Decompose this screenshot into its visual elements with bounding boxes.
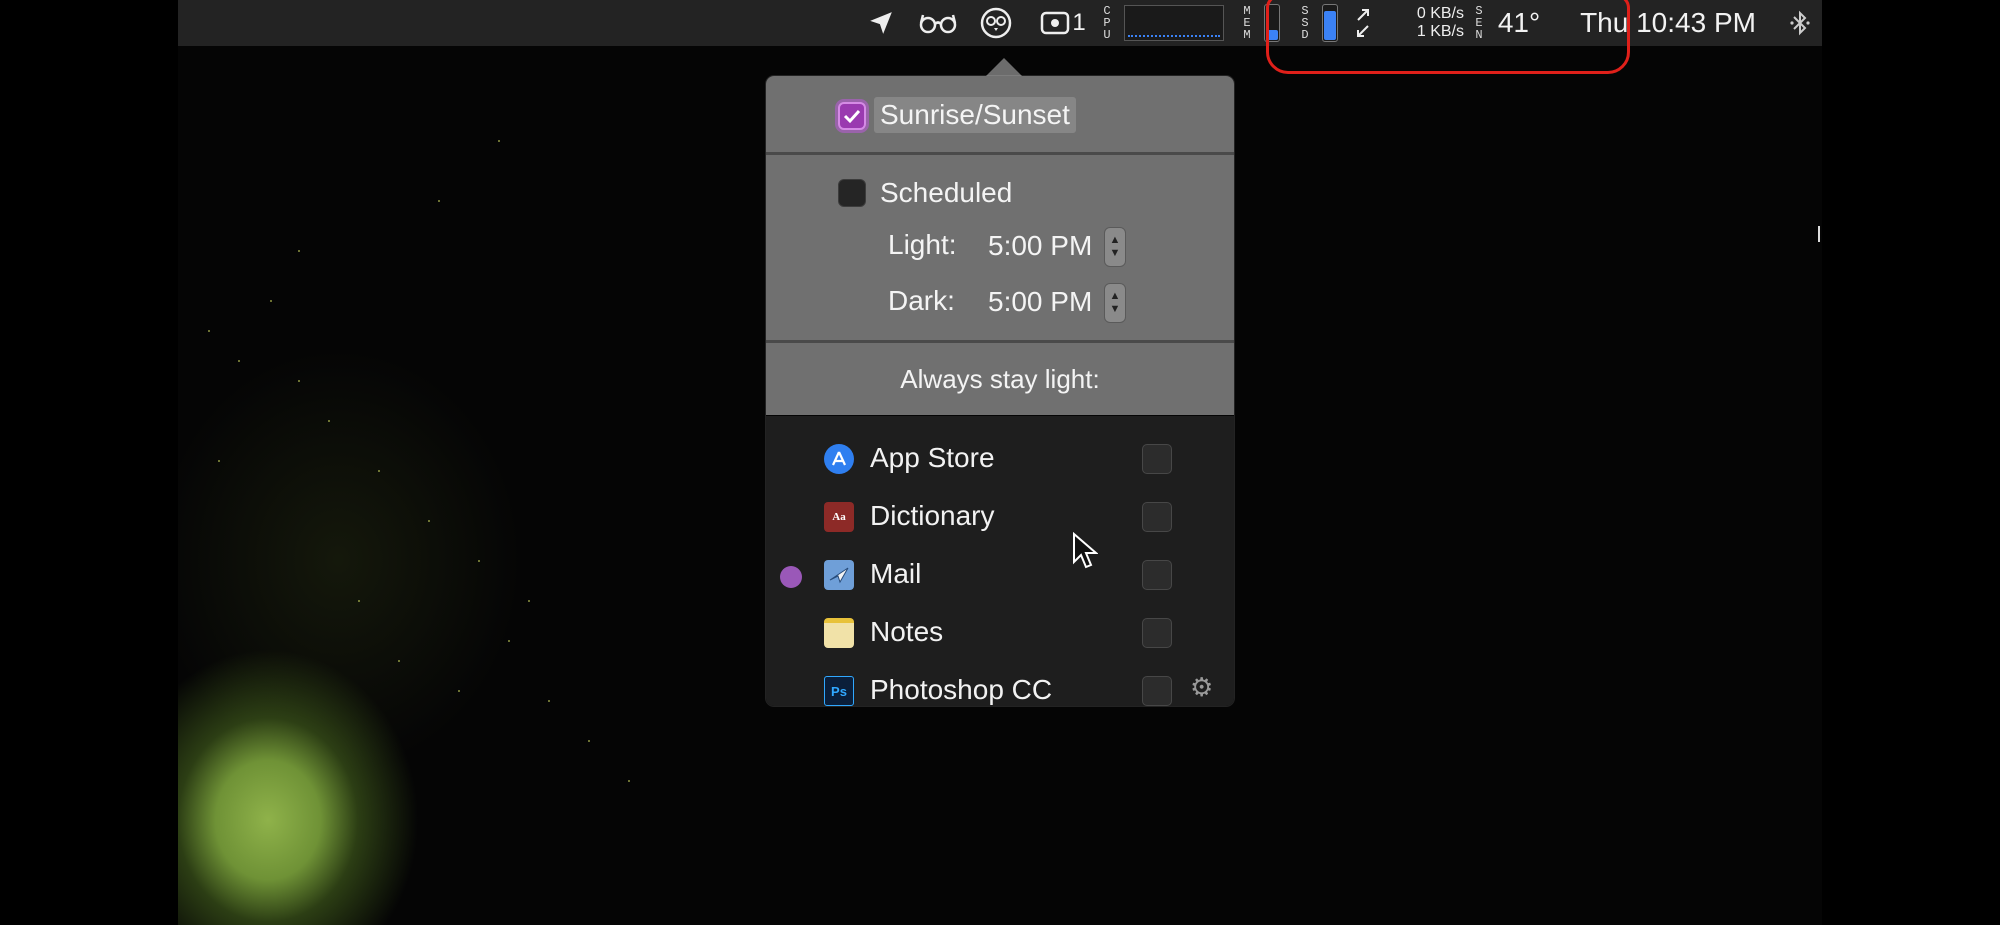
annotation-highlight: [1266, 0, 1630, 74]
night-owl-popover: Sunrise/Sunset Scheduled Light: 5:00 PM …: [766, 76, 1234, 706]
mail-icon: [824, 560, 854, 590]
app-name: Photoshop CC: [870, 674, 1053, 705]
list-item[interactable]: Mail: [766, 546, 1234, 604]
light-time-stepper[interactable]: ▲ ▼: [1104, 227, 1126, 267]
cpu-label: CPU: [1100, 0, 1114, 46]
list-item[interactable]: Notes: [766, 604, 1234, 662]
app-checkbox[interactable]: [1142, 502, 1172, 532]
vertical-label-letter: M: [1243, 28, 1251, 42]
sunrise-section: Sunrise/Sunset: [766, 76, 1234, 155]
schedule-section: Scheduled Light: 5:00 PM ▲ ▼ Dark: 5:00 P…: [766, 155, 1234, 343]
scheduled-checkbox[interactable]: [838, 179, 866, 207]
photoshop-icon: Ps: [824, 676, 854, 706]
checkmark-icon: [843, 109, 861, 124]
app-checkbox[interactable]: [1142, 618, 1172, 648]
app-checkbox[interactable]: [1142, 676, 1172, 706]
app-name: Notes: [870, 616, 944, 647]
glasses-icon[interactable]: [916, 0, 960, 46]
bluetooth-icon[interactable]: [1782, 0, 1818, 46]
notes-icon: [824, 618, 854, 648]
cpu-graph[interactable]: [1122, 0, 1226, 46]
always-light-header: Always stay light:: [766, 343, 1234, 415]
app-name: Dictionary: [870, 500, 995, 531]
gear-icon[interactable]: ⚙: [1190, 672, 1213, 703]
popover-arrow: [986, 58, 1022, 76]
sunrise-label[interactable]: Sunrise/Sunset: [874, 97, 1076, 133]
list-item[interactable]: Aa Dictionary: [766, 488, 1234, 546]
scheduled-label[interactable]: Scheduled: [880, 177, 1012, 209]
night-owl-icon[interactable]: [978, 0, 1014, 46]
app-checkbox[interactable]: [1142, 444, 1172, 474]
location-arrow-icon[interactable]: [864, 0, 898, 46]
mem-label: MEM: [1240, 0, 1254, 46]
app-name: Mail: [870, 558, 922, 589]
running-indicator-dot: [780, 566, 802, 588]
list-item[interactable]: App Store: [766, 430, 1234, 488]
sunrise-checkbox[interactable]: [838, 102, 866, 130]
list-item[interactable]: Ps Photoshop CC ⚙: [766, 662, 1234, 706]
dark-time-stepper[interactable]: ▲ ▼: [1104, 283, 1126, 323]
light-time-field[interactable]: 5:00 PM: [988, 230, 1092, 262]
dictionary-icon: Aa: [824, 502, 854, 532]
light-label: Light:: [888, 229, 957, 260]
screen-record-icon[interactable]: 1: [1040, 0, 1086, 46]
dark-time-field[interactable]: 5:00 PM: [988, 286, 1092, 318]
vertical-label-letter: U: [1103, 28, 1111, 42]
app-checkbox[interactable]: [1142, 560, 1172, 590]
record-count: 1: [1072, 9, 1086, 36]
always-light-label: Always stay light:: [900, 363, 1100, 394]
app-name: App Store: [870, 442, 995, 473]
mouse-cursor-icon: [1072, 531, 1099, 575]
app-store-icon: [824, 444, 854, 474]
dark-label: Dark:: [888, 285, 955, 316]
text-caret: [1818, 226, 1820, 242]
app-list[interactable]: App Store Aa Dictionary Mail Notes Ps Ph…: [766, 416, 1234, 706]
menu-bar: 1 CPU MEM SSD 0 KB/s 1 KB/s S E N 41° Th…: [178, 0, 1822, 74]
